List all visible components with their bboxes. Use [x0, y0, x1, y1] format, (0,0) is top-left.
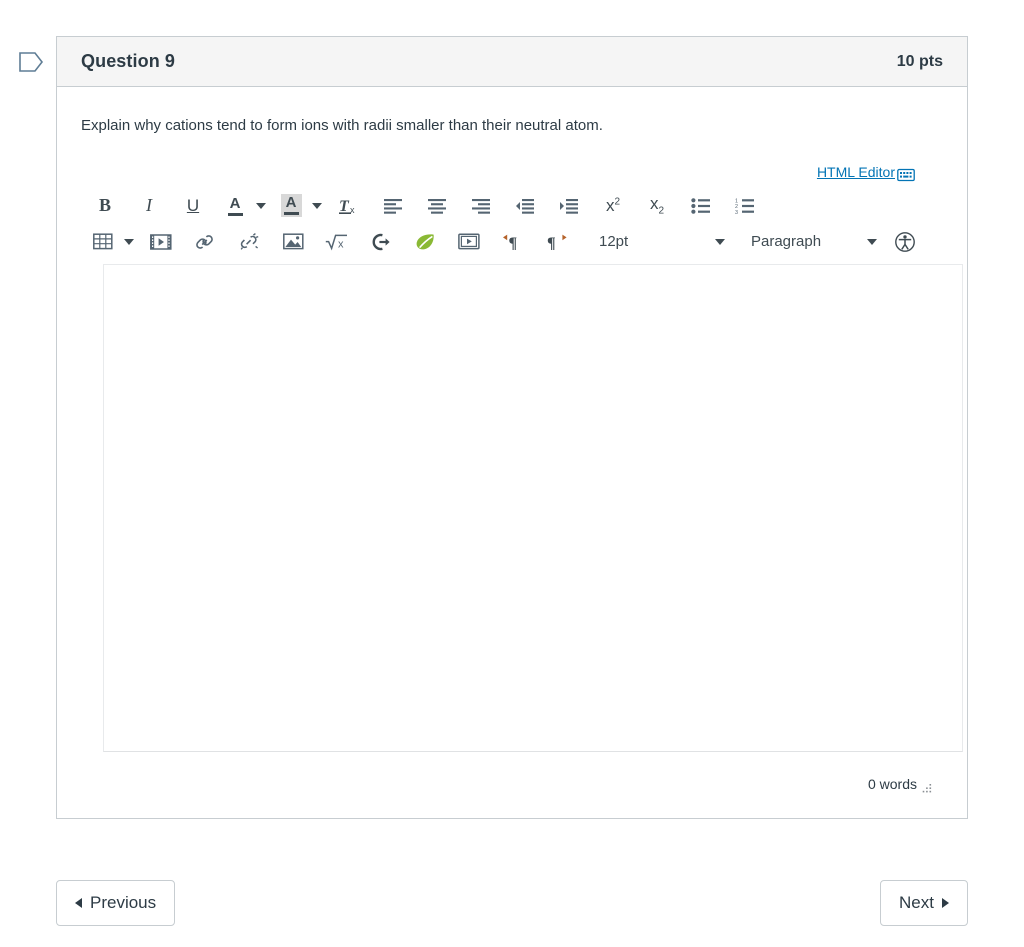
font-size-value: 12pt [599, 233, 629, 250]
chevron-down-icon [312, 202, 322, 209]
studio-button[interactable] [410, 228, 440, 256]
indent-icon [560, 198, 578, 214]
highlight-color-button[interactable]: A [276, 192, 306, 220]
align-right-button[interactable] [466, 192, 496, 220]
highlight-color-dropdown[interactable] [309, 192, 325, 220]
table-icon [93, 233, 113, 250]
quiz-question-page: Question 9 10 pts Explain why cations te… [0, 0, 1024, 947]
next-button-label: Next [899, 893, 934, 912]
paragraph-ltr-icon: ¶ [503, 234, 518, 251]
block-format-select[interactable]: Paragraph [745, 228, 883, 256]
align-right-icon [472, 198, 490, 214]
word-count-label: 0 words [867, 775, 917, 792]
highlight-color-icon: A [280, 194, 302, 217]
chevron-down-icon [867, 238, 877, 245]
paragraph-rtl-icon: ¶ [547, 234, 567, 251]
rce-toolbar: B I U A A T x x2 x2 1 2 3 x ¶ ¶ 12pt Par… [81, 188, 943, 260]
clear-formatting-icon: T x [339, 198, 355, 215]
html-editor-link[interactable]: HTML Editor [816, 163, 915, 181]
svg-text:¶: ¶ [509, 235, 518, 251]
unlink-icon [240, 232, 259, 250]
image-button[interactable] [278, 228, 308, 256]
numbered-list-button[interactable]: 1 2 3 [730, 192, 760, 220]
indent-button[interactable] [554, 192, 584, 220]
align-center-icon [428, 198, 446, 214]
text-color-icon: A [227, 196, 243, 216]
italic-button[interactable]: I [134, 192, 164, 220]
question-prompt-text: Explain why cations tend to form ions wi… [81, 117, 603, 134]
underline-button[interactable]: U [178, 192, 208, 220]
align-left-button[interactable] [378, 192, 408, 220]
image-icon [282, 233, 304, 250]
keyboard-icon [897, 168, 915, 181]
chevron-down-icon [715, 238, 725, 245]
answer-textarea[interactable] [103, 263, 963, 752]
math-equation-button[interactable]: x [322, 228, 352, 256]
rce-status-bar: 0 words [81, 752, 943, 798]
outdent-button[interactable] [510, 192, 540, 220]
outdent-icon [516, 198, 534, 214]
html-editor-row: HTML Editor [81, 163, 943, 181]
question-points: 10 pts [896, 52, 943, 70]
rich-content-editor: B I U A A T x x2 x2 1 2 3 x ¶ ¶ 12pt Par… [81, 188, 963, 798]
superscript-icon: x2 [605, 195, 621, 215]
svg-text:x: x [350, 205, 355, 215]
bold-icon: B [98, 195, 111, 215]
align-left-icon [384, 198, 402, 214]
block-format-value: Paragraph [751, 233, 822, 250]
text-color-button[interactable]: A [220, 192, 250, 220]
question-body: Explain why cations tend to form ions wi… [57, 87, 967, 818]
bulleted-list-icon [691, 197, 710, 214]
ltr-direction-button[interactable]: ¶ [498, 228, 528, 256]
embed-button[interactable] [366, 228, 396, 256]
table-button[interactable] [88, 228, 118, 256]
question-title: Question 9 [81, 51, 176, 71]
numbered-list-icon: 1 2 3 [735, 198, 754, 214]
previous-button-label: Previous [90, 893, 157, 912]
svg-text:3: 3 [735, 209, 738, 213]
media-film-icon [150, 233, 172, 250]
subscript-icon: x2 [649, 194, 665, 217]
table-dropdown[interactable] [121, 228, 137, 256]
chevron-down-icon [256, 202, 266, 209]
svg-text:¶: ¶ [547, 235, 556, 251]
leaf-icon [416, 233, 434, 249]
next-question-button[interactable]: Next [880, 880, 968, 926]
chevron-down-icon [124, 238, 134, 245]
align-center-button[interactable] [422, 192, 452, 220]
accessibility-checker-button[interactable] [890, 228, 920, 256]
unlink-button[interactable] [234, 228, 264, 256]
flag-bookmark-icon [19, 52, 44, 72]
question-navigation: Previous Next [56, 880, 968, 926]
superscript-button[interactable]: x2 [598, 192, 628, 220]
underline-icon: U [186, 195, 200, 215]
arrow-exit-icon [372, 233, 390, 250]
resize-grip-icon[interactable] [919, 782, 933, 796]
previous-question-button[interactable]: Previous [56, 880, 176, 926]
text-color-dropdown[interactable] [253, 192, 269, 220]
record-video-button[interactable] [454, 228, 484, 256]
rtl-direction-button[interactable]: ¶ [542, 228, 572, 256]
bold-button[interactable]: B [90, 192, 120, 220]
subscript-button[interactable]: x2 [642, 192, 672, 220]
html-editor-label: HTML Editor [816, 163, 895, 180]
video-play-icon [458, 233, 480, 250]
square-root-icon: x [325, 234, 347, 251]
italic-icon: I [146, 195, 152, 215]
rce-toolbar-row-2: x ¶ ¶ 12pt Paragraph [83, 224, 941, 260]
question-container: Question 9 10 pts Explain why cations te… [56, 36, 968, 819]
bulleted-list-button[interactable] [686, 192, 716, 220]
media-button[interactable] [146, 228, 176, 256]
clear-formatting-button[interactable]: T x [334, 192, 364, 220]
link-icon [196, 234, 213, 249]
triangle-left-icon [75, 898, 82, 908]
font-size-select[interactable]: 12pt [593, 228, 731, 256]
accessibility-person-icon [895, 231, 915, 252]
question-header: Question 9 10 pts [57, 37, 967, 87]
svg-text:x: x [338, 238, 344, 250]
rce-toolbar-row-1: B I U A A T x x2 x2 1 2 3 [83, 188, 941, 224]
triangle-right-icon [942, 898, 949, 908]
link-button[interactable] [190, 228, 220, 256]
flag-question-button[interactable] [18, 50, 44, 74]
